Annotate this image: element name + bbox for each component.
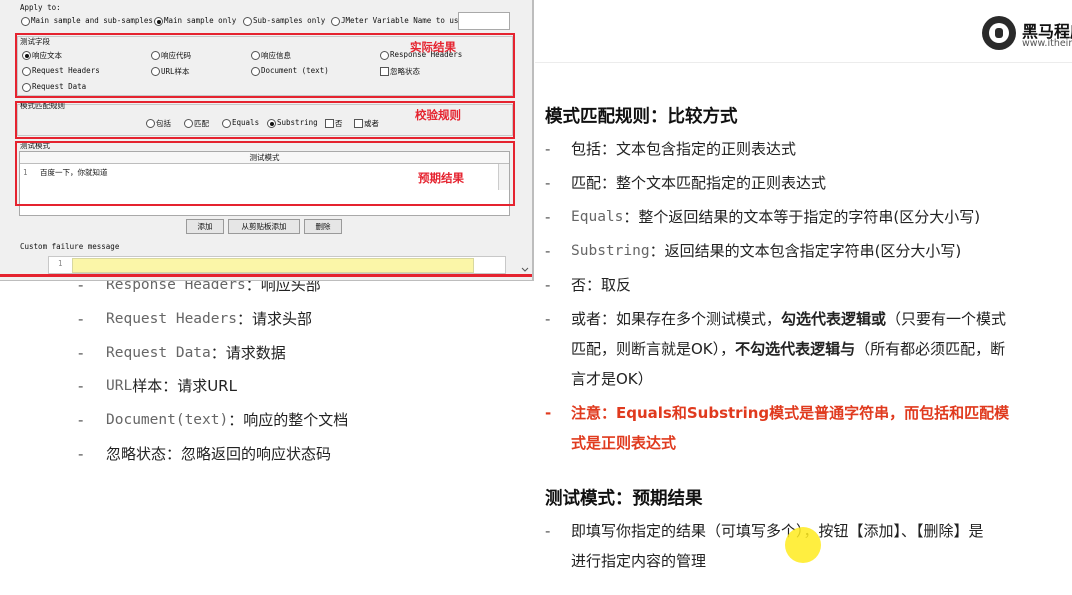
apply-sub-only-radio[interactable] [243,17,252,26]
delete-button[interactable]: 删除 [304,219,342,234]
current-line-highlight [72,258,474,273]
header-divider [535,62,1072,63]
logo-url: www.itheima [1022,38,1072,49]
apply-option-label: Main sample and sub-samples [31,16,153,25]
field-description-list: - Response Headers ：响应头部 - Request Headers：… [78,272,538,475]
list-item: - Request Data ：请求数据 [78,343,286,362]
section1-heading: 模式匹配规则：比较方式 [545,107,738,127]
apply-option-label: Main sample only [164,16,237,25]
note-item: - 注意：Equals和Substring模式是普通字符串，而包括和匹配模 式是… [545,404,1010,452]
rule-item: - 否：取反 [545,276,632,294]
rule-item: - 包括：文本包含指定的正则表达式 [545,140,797,158]
list-item: - URL 样本：请求URL [78,377,237,396]
rules-section: 模式匹配规则：比较方式 - 包括：文本包含指定的正则表达式 - 匹配：整个文本匹配指… [545,100,1060,576]
list-item: - Request Headers ：请求头部 [78,309,312,328]
rule-item: - Equals ：整个返回结果的文本等于指定的字符串(区分大小写) [545,208,981,226]
actual-result-annotation: 实际结果 [410,40,456,54]
list-item: - Document(text) ：响应的整个文档 [78,411,349,430]
itheima-logo: 黑马程序 www.itheima [982,14,1072,54]
rule-item: - Substring ：返回结果的文本包含指定字符串(区分大小写) [545,242,962,260]
logo-mark-icon [982,16,1016,50]
dialog-bottom-border [0,274,532,277]
rule-item-or: - 或者：如果存在多个测试模式，勾选代表逻辑或（只要有一个模式 匹配，则断言就是… [545,310,1007,388]
jmeter-variable-input[interactable] [458,12,510,30]
apply-main-and-sub-radio[interactable] [21,17,30,26]
apply-main-only-radio[interactable] [154,17,163,26]
validation-rule-annotation: 校验规则 [415,108,461,122]
add-button[interactable]: 添加 [186,219,224,234]
add-from-clipboard-button[interactable]: 从剪贴板添加 [228,219,300,234]
dialog-scrollbar[interactable] [519,246,531,276]
custom-failure-label: Custom failure message [20,242,120,251]
section2-heading: 测试模式：预期结果 [545,489,703,509]
cursor-highlight [785,527,821,563]
line-number: 1 [58,259,63,268]
response-assertion-dialog: Apply to: Main sample and sub-samples Ma… [0,0,534,281]
rule-item: - 匹配：整个文本匹配指定的正则表达式 [545,174,827,192]
apply-option-label: Sub-samples only [253,16,326,25]
expected-result-annotation: 预期结果 [418,171,464,185]
list-item: - 忽略状态：忽略返回的响应状态码 [78,444,332,463]
apply-to-label: Apply to: [20,3,61,12]
apply-variable-radio[interactable] [331,17,340,26]
apply-option-label: JMeter Variable Name to use [341,16,463,25]
